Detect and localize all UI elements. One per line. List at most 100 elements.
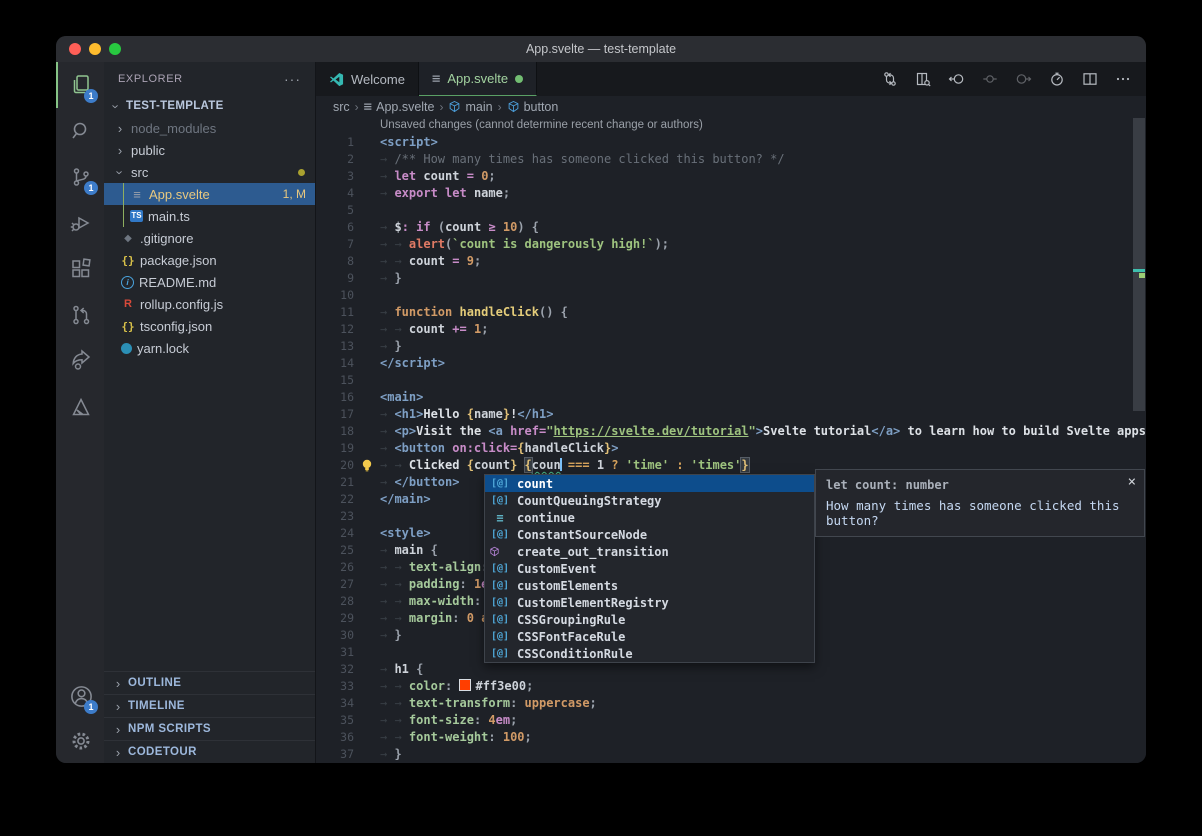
navigate-forward-icon[interactable] [1015,71,1032,87]
explorer-more-actions-icon[interactable]: ··· [284,71,301,87]
suggest-item-constantsourcenode[interactable]: [@]ConstantSourceNode [485,526,814,543]
tree-item-main-ts[interactable]: TSmain.ts [104,205,315,227]
section-npm-scripts[interactable]: › NPM SCRIPTS [104,717,315,740]
compare-changes-icon[interactable] [882,71,898,87]
code-line-32[interactable]: 32→ h1 { [316,661,1146,678]
pull-requests-icon[interactable] [56,292,104,338]
navigate-back-icon[interactable] [948,71,965,87]
code-line-36[interactable]: 36→ → font-weight: 100; [316,729,1146,746]
code-line-12[interactable]: 12→ → count += 1; [316,321,1146,338]
code-text: → → text-transform: uppercase; [380,695,597,712]
tree-item-package-json[interactable]: {}package.json [104,249,315,271]
code-line-5[interactable]: 5 [316,202,1146,219]
section-label: OUTLINE [128,677,181,689]
editor-scrollbar[interactable] [1132,117,1146,763]
code-text: → <button on:click={handleClick}> [380,440,618,457]
code-line-33[interactable]: 33→ → color: #ff3e00; [316,678,1146,695]
close-icon[interactable]: × [1128,474,1136,490]
code-line-34[interactable]: 34→ → text-transform: uppercase; [316,695,1146,712]
code-token: on:click [452,441,510,455]
tree-item--gitignore[interactable]: ◆.gitignore [104,227,315,249]
unsaved-dot-icon[interactable] [515,75,523,83]
code-line-2[interactable]: 2→ /** How many times has someone clicke… [316,151,1146,168]
extensions-icon[interactable] [56,246,104,292]
breadcrumb-button[interactable]: button [507,100,559,114]
scrollbar-slider[interactable] [1133,118,1145,411]
tree-item-app-svelte[interactable]: ≡App.svelte1, M [104,183,315,205]
tree-item-rollup-config-js[interactable]: Rrollup.config.js [104,293,315,315]
lightbulb-icon[interactable] [361,459,373,472]
code-line-11[interactable]: 11→ function handleClick() { [316,304,1146,321]
suggest-item-cssgroupingrule[interactable]: [@]CSSGroupingRule [485,611,814,628]
code-line-15[interactable]: 15 [316,372,1146,389]
code-line-4[interactable]: 4→ export let name; [316,185,1146,202]
azure-icon[interactable] [56,384,104,430]
start-tour-icon[interactable] [1049,71,1065,87]
tree-item-node-modules[interactable]: ›node_modules [104,117,315,139]
run-debug-icon[interactable] [56,200,104,246]
section-codetour[interactable]: › CODETOUR [104,740,315,763]
suggest-item-customelementregistry[interactable]: [@]CustomElementRegistry [485,594,814,611]
live-share-icon[interactable] [56,338,104,384]
code-line-17[interactable]: 17→ <h1>Hello {name}!</h1> [316,406,1146,423]
file-label: tsconfig.json [140,319,212,334]
tab-welcome[interactable]: Welcome [316,62,419,96]
code-line-13[interactable]: 13→ } [316,338,1146,355]
section-outline[interactable]: › OUTLINE [104,671,315,694]
indent-whitespace: → [380,237,394,251]
code-text: → → count += 1; [380,321,488,338]
code-line-9[interactable]: 9→ } [316,270,1146,287]
code-token: { [416,662,423,676]
suggest-item-create_out_transition[interactable]: create_out_transition [485,543,814,560]
svelte-file-icon: ≡ [364,99,372,115]
code-line-14[interactable]: 14</script> [316,355,1146,372]
accounts-icon[interactable]: 1 [56,673,104,719]
code-line-3[interactable]: 3→ let count = 0; [316,168,1146,185]
tree-item-src[interactable]: ›src [104,161,315,183]
line-number: 27 [316,576,354,593]
code-line-16[interactable]: 16<main> [316,389,1146,406]
tab-app-svelte[interactable]: ≡ App.svelte [419,62,537,96]
code-line-19[interactable]: 19→ <button on:click={handleClick}> [316,440,1146,457]
svelte-file-icon: ≡ [130,187,144,202]
code-line-8[interactable]: 8→ → count = 9; [316,253,1146,270]
code-line-18[interactable]: 18→ <p>Visit the <a href="https://svelte… [316,423,1146,440]
suggest-item-customelements[interactable]: [@]customElements [485,577,814,594]
search-icon[interactable] [56,108,104,154]
source-control-icon[interactable]: 1 [56,154,104,200]
json-file-icon: {} [121,320,135,333]
gutter-margin [354,185,380,202]
suggest-item-continue[interactable]: ≡continue [485,509,814,526]
open-changes-icon[interactable] [915,71,931,87]
settings-gear-icon[interactable] [56,719,104,763]
explorer-icon[interactable]: 1 [56,62,104,108]
project-root-row[interactable]: › TEST-TEMPLATE [104,95,315,117]
code-line-6[interactable]: 6→ $: if (count ≥ 10) { [316,219,1146,236]
breadcrumb-app-svelte[interactable]: ≡App.svelte [364,99,435,115]
suggest-item-countqueuingstrategy[interactable]: [@]CountQueuingStrategy [485,492,814,509]
split-editor-icon[interactable] [1082,71,1098,87]
tree-item-readme-md[interactable]: iREADME.md [104,271,315,293]
tree-item-public[interactable]: ›public [104,139,315,161]
code-line-1[interactable]: 1<script> [316,134,1146,151]
section-timeline[interactable]: › TIMELINE [104,694,315,717]
line-number: 35 [316,712,354,729]
suggest-item-count[interactable]: [@]count [485,475,814,492]
code-token: 'time' [626,458,669,472]
suggest-item-customevent[interactable]: [@]CustomEvent [485,560,814,577]
chevron-right-icon: › [112,722,124,737]
code-line-7[interactable]: 7→ → alert(`count is dangerously high!`)… [316,236,1146,253]
indent-whitespace: → [380,305,394,319]
code-editor[interactable]: Unsaved changes (cannot determine recent… [316,117,1146,763]
tree-item-yarn-lock[interactable]: yarn.lock [104,337,315,359]
gutter-margin [354,338,380,355]
more-actions-icon[interactable] [1115,71,1131,87]
code-line-37[interactable]: 37→ } [316,746,1146,763]
suggest-item-cssfontfacerule[interactable]: [@]CSSFontFaceRule [485,628,814,645]
code-line-10[interactable]: 10 [316,287,1146,304]
breadcrumb-main[interactable]: main [448,100,492,114]
code-line-35[interactable]: 35→ → font-size: 4em; [316,712,1146,729]
breadcrumb-src[interactable]: src [333,100,350,114]
tree-item-tsconfig-json[interactable]: {} tsconfig.json [104,315,315,337]
suggest-item-cssconditionrule[interactable]: [@]CSSConditionRule [485,645,814,662]
